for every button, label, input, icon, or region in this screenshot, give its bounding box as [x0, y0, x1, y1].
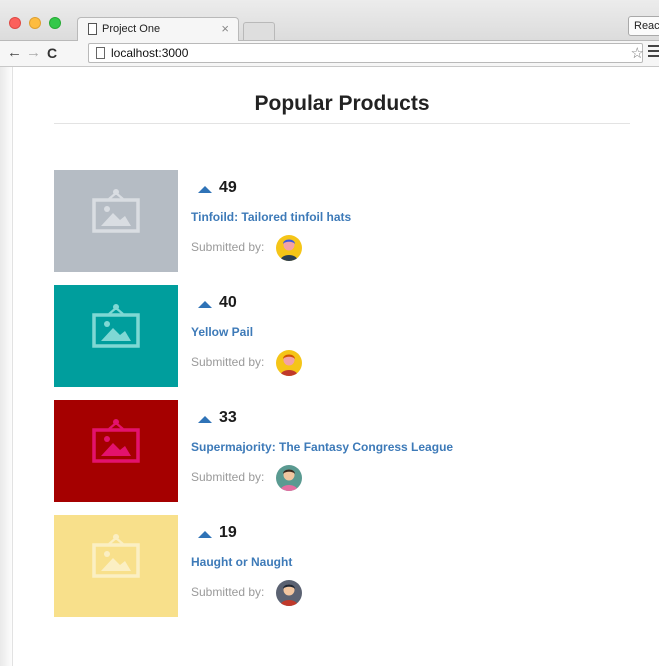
submitted-by-label: Submitted by: — [191, 240, 265, 254]
caret-up-icon[interactable] — [198, 415, 212, 423]
vote-count: 40 — [219, 294, 237, 311]
submitter-avatar — [276, 350, 302, 376]
vote-control: 33 — [198, 409, 237, 427]
image-placeholder-icon — [92, 419, 140, 463]
address-bar[interactable]: localhost:3000 ☆ — [88, 43, 644, 63]
submitter-avatar — [276, 465, 302, 491]
avatar-icon — [280, 469, 298, 491]
extension-button[interactable]: React — [628, 16, 659, 36]
submitted-by-label: Submitted by: — [191, 470, 265, 484]
page-icon — [88, 23, 97, 35]
product-item: 19 Haught or Naught Submitted by: — [54, 515, 614, 617]
image-placeholder-icon — [92, 534, 140, 578]
page-title: Popular Products — [254, 92, 430, 115]
caret-up-icon[interactable] — [198, 300, 212, 308]
forward-arrow-icon[interactable]: → — [26, 44, 41, 61]
window-edge — [0, 67, 13, 666]
submitter-avatar — [276, 580, 302, 606]
bookmark-star-icon[interactable]: ☆ — [631, 44, 644, 62]
zoom-window-button[interactable] — [49, 17, 61, 29]
product-title-link[interactable]: Yellow Pail — [191, 325, 253, 339]
minimize-window-button[interactable] — [29, 17, 41, 29]
avatar-icon — [280, 584, 298, 606]
tab-title: Project One — [102, 23, 161, 35]
product-thumbnail — [54, 400, 178, 502]
vote-control: 49 — [198, 179, 237, 197]
product-item: 49 Tinfoild: Tailored tinfoil hats Submi… — [54, 170, 614, 272]
image-placeholder-icon — [92, 189, 140, 233]
caret-up-icon[interactable] — [198, 530, 212, 538]
product-thumbnail — [54, 170, 178, 272]
product-thumbnail — [54, 515, 178, 617]
product-title-link[interactable]: Supermajority: The Fantasy Congress Leag… — [191, 440, 453, 454]
page-icon — [96, 47, 105, 59]
product-title-link[interactable]: Haught or Naught — [191, 555, 292, 569]
browser-menu-icon[interactable] — [648, 45, 659, 60]
divider — [54, 123, 630, 124]
close-window-button[interactable] — [9, 17, 21, 29]
url-text[interactable]: localhost:3000 — [111, 46, 188, 60]
vote-count: 49 — [219, 179, 237, 196]
submitted-by-label: Submitted by: — [191, 585, 265, 599]
product-item: 33 Supermajority: The Fantasy Congress L… — [54, 400, 614, 502]
product-thumbnail — [54, 285, 178, 387]
product-item: 40 Yellow Pail Submitted by: — [54, 285, 614, 387]
product-title-link[interactable]: Tinfoild: Tailored tinfoil hats — [191, 210, 351, 224]
new-tab-button[interactable] — [243, 22, 275, 40]
browser-tab[interactable]: Project One × — [77, 17, 239, 41]
caret-up-icon[interactable] — [198, 185, 212, 193]
vote-control: 40 — [198, 294, 237, 312]
back-arrow-icon[interactable]: ← — [7, 44, 22, 61]
submitted-by-label: Submitted by: — [191, 355, 265, 369]
browser-toolbar: ← → C localhost:3000 ☆ — [0, 41, 659, 67]
submitter-avatar — [276, 235, 302, 261]
vote-count: 19 — [219, 524, 237, 541]
avatar-icon — [280, 354, 298, 376]
reload-icon[interactable]: C — [47, 45, 57, 61]
image-placeholder-icon — [92, 304, 140, 348]
vote-count: 33 — [219, 409, 237, 426]
tab-close-icon[interactable]: × — [221, 21, 229, 36]
vote-control: 19 — [198, 524, 237, 542]
avatar-icon — [280, 239, 298, 261]
browser-titlebar: Project One × React — [0, 0, 659, 41]
